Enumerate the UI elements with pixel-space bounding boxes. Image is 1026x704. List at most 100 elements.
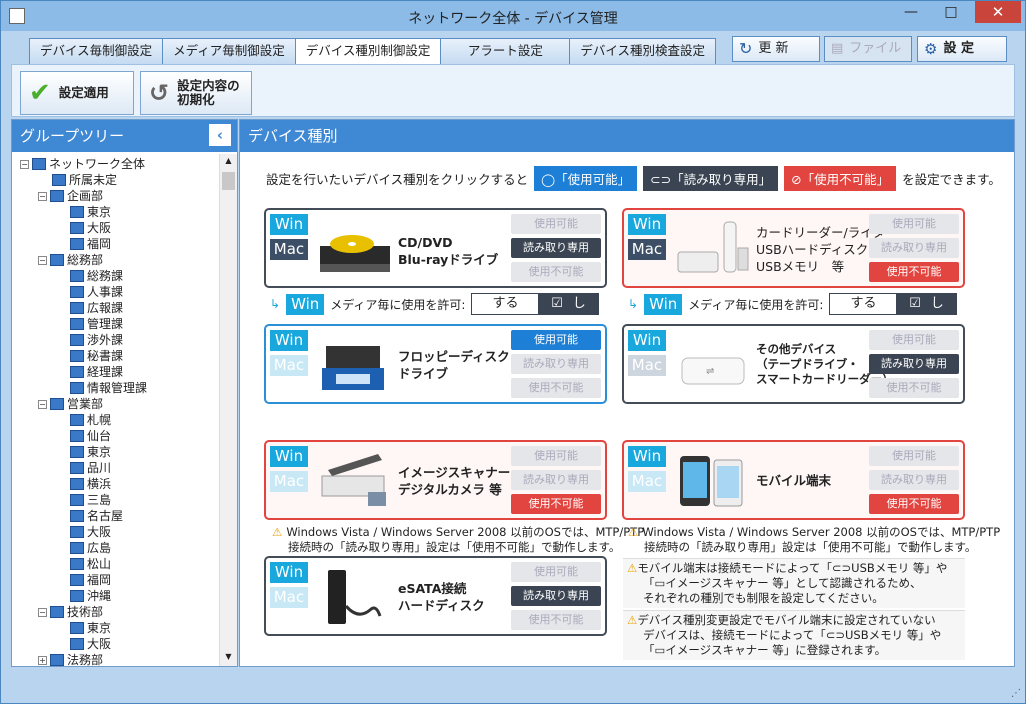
tree-leaf[interactable]: 福岡 [56,236,111,252]
media-permission-toggle[interactable]: する ☑しない [829,293,958,331]
tree-leaf[interactable]: 大阪 [56,524,111,540]
device-card-floppy[interactable]: Win Mac フロッピーディスク ドライブ 使用可能 読み取り専用 使用不可能 [264,324,607,404]
tree-leaf[interactable]: 東京 [56,444,111,460]
tree-group[interactable]: − 営業部 [38,396,103,412]
tab-device-control[interactable]: デバイス毎制御設定 [29,38,164,64]
tree-scrollbar[interactable]: ▲ ▼ [219,154,237,666]
settings-button[interactable]: ⚙ 設 定 [917,36,1007,62]
status-usable-option[interactable]: 使用可能 [511,446,601,466]
tree-leaf[interactable]: 福岡 [56,572,111,588]
expand-toggle-icon[interactable]: + [38,655,47,665]
tree-leaf[interactable]: 札幌 [56,412,111,428]
tree-leaf[interactable]: 経理課 [56,364,123,380]
tree-group[interactable]: + 法務部 [38,652,103,666]
tree-leaf[interactable]: 総務課 [56,268,123,284]
reset-settings-button[interactable]: ↺ 設定内容の 初期化 [140,71,252,115]
device-card-other[interactable]: Win Mac ⇌ その他デバイス （テープドライブ・ スマートカードリーダー） 使… [622,324,965,404]
expand-toggle-icon[interactable]: − [38,607,47,617]
scroll-thumb[interactable] [222,172,235,190]
media-deny-option[interactable]: ☑しない [896,294,957,331]
expand-toggle-icon[interactable]: − [38,255,47,265]
tree-leaf[interactable]: 東京 [56,620,111,636]
group-icon [70,446,84,458]
status-disabled-option[interactable]: 使用不可能 [869,494,959,514]
tree-leaf[interactable]: 仙台 [56,428,111,444]
tree-leaf[interactable]: 広島 [56,540,111,556]
status-usable-option[interactable]: 使用可能 [869,330,959,350]
status-disabled-option[interactable]: 使用不可能 [869,262,959,282]
collapse-pane-button[interactable]: ‹ [209,124,231,146]
tab-device-type-inspection[interactable]: デバイス種別検査設定 [569,38,717,64]
apply-settings-button[interactable]: ✔ 設定適用 [20,71,134,115]
device-card-cd-dvd[interactable]: Win Mac CD/DVD Blu-rayドライブ 使用可能 読み取り専用 使用… [264,208,607,288]
status-disabled-option[interactable]: 使用不可能 [511,378,601,398]
status-disabled-option[interactable]: 使用不可能 [511,494,601,514]
device-card-card-reader[interactable]: Win Mac カードリーダー/ライター USBハードディスク USBメモリ 等 使… [622,208,965,288]
file-icon: ▤ [831,41,844,56]
tree-leaf[interactable]: 情報管理課 [56,380,147,396]
status-readonly-option[interactable]: 読み取り専用 [511,354,601,374]
tree-leaf[interactable]: 広報課 [56,300,123,316]
status-readonly-option[interactable]: 読み取り専用 [869,238,959,258]
status-readonly-option[interactable]: 読み取り専用 [869,470,959,490]
scroll-down-icon[interactable]: ▼ [222,652,235,664]
status-disabled-option[interactable]: 使用不可能 [869,378,959,398]
tree-leaf[interactable]: 横浜 [56,476,111,492]
device-card-esata[interactable]: Win Mac eSATA接続 ハードディスク 使用可能 読み取り専用 使用不可能 [264,556,607,636]
tree-leaf[interactable]: 渉外課 [56,332,123,348]
status-usable-option[interactable]: 使用可能 [511,214,601,234]
device-card-mobile[interactable]: Win Mac モバイル端末 使用可能 読み取り専用 使用不可能 [622,440,965,520]
status-readonly-option[interactable]: 読み取り専用 [869,354,959,374]
maximize-button[interactable]: □ [937,1,965,23]
tree-leaf[interactable]: 管理課 [56,316,123,332]
status-usable-option[interactable]: 使用可能 [869,214,959,234]
refresh-button[interactable]: ↻ 更 新 [732,36,820,62]
group-icon [70,318,84,330]
media-deny-option[interactable]: ☑しない [538,294,599,331]
note1-scan: イメージスキャナー 等」として認識されるため、 [665,576,922,590]
tab-device-type-control[interactable]: デバイス種別制御設定 [294,38,442,65]
status-usable-option[interactable]: 使用可能 [511,330,601,350]
tab-media-control[interactable]: メディア毎制御設定 [162,38,296,64]
minimize-button[interactable]: — [897,1,925,23]
tree-leaf[interactable]: 品川 [56,460,111,476]
status-readonly-option[interactable]: 読み取り専用 [511,238,601,258]
tree-group[interactable]: − 総務部 [38,252,103,268]
tree-group[interactable]: − 企画部 [38,188,103,204]
expand-toggle-icon[interactable]: − [20,159,29,169]
title-bar: ネットワーク全体 - デバイス管理 — □ ✕ [1,1,1025,31]
file-button[interactable]: ▤ ファイル [824,36,912,62]
status-disabled-option[interactable]: 使用不可能 [511,610,601,630]
scroll-up-icon[interactable]: ▲ [222,156,235,168]
tree-leaf[interactable]: 大阪 [56,636,111,652]
tab-alert[interactable]: アラート設定 [440,38,571,64]
tree-group[interactable]: − 技術部 [38,604,103,620]
tree-leaf[interactable]: 東京 [56,204,111,220]
media-permission-toggle[interactable]: する ☑しない [471,293,600,331]
status-usable-option[interactable]: 使用可能 [511,562,601,582]
status-readonly-option[interactable]: 読み取り専用 [511,470,601,490]
device-card-scanner[interactable]: Win Mac イメージスキャナー デジタルカメラ 等 使用可能 読み取り専用 使… [264,440,607,520]
status-disabled-option[interactable]: 使用不可能 [511,262,601,282]
expand-toggle-icon[interactable]: − [38,191,47,201]
media-allow-option[interactable]: する [830,294,897,314]
tree-leaf[interactable]: 松山 [56,556,111,572]
toolbar: ✔ 設定適用 ↺ 設定内容の 初期化 [11,64,1015,117]
status-usable-option[interactable]: 使用可能 [869,446,959,466]
status-readonly-option[interactable]: 読み取り専用 [511,586,601,606]
legend-disabled: ⊘「使用不可能」 [784,166,897,191]
tree-leaf[interactable]: 大阪 [56,220,111,236]
resize-grip-icon[interactable]: ⋰ [1011,688,1021,699]
os-badge-win: Win [270,446,308,467]
tree-leaf[interactable]: 人事課 [56,284,123,300]
tree-leaf[interactable]: 秘書課 [56,348,123,364]
tree-root[interactable]: − ネットワーク全体 [20,156,145,172]
tree-leaf[interactable]: 名古屋 [56,508,123,524]
expand-toggle-icon[interactable]: − [38,399,47,409]
tree-label: 広島 [87,541,112,555]
close-button[interactable]: ✕ [975,1,1021,23]
tree-leaf[interactable]: 沖縄 [56,588,111,604]
tree-leaf[interactable]: 三島 [56,492,111,508]
tree-group[interactable]: 所属未定 [38,172,117,188]
media-allow-option[interactable]: する [472,294,539,314]
